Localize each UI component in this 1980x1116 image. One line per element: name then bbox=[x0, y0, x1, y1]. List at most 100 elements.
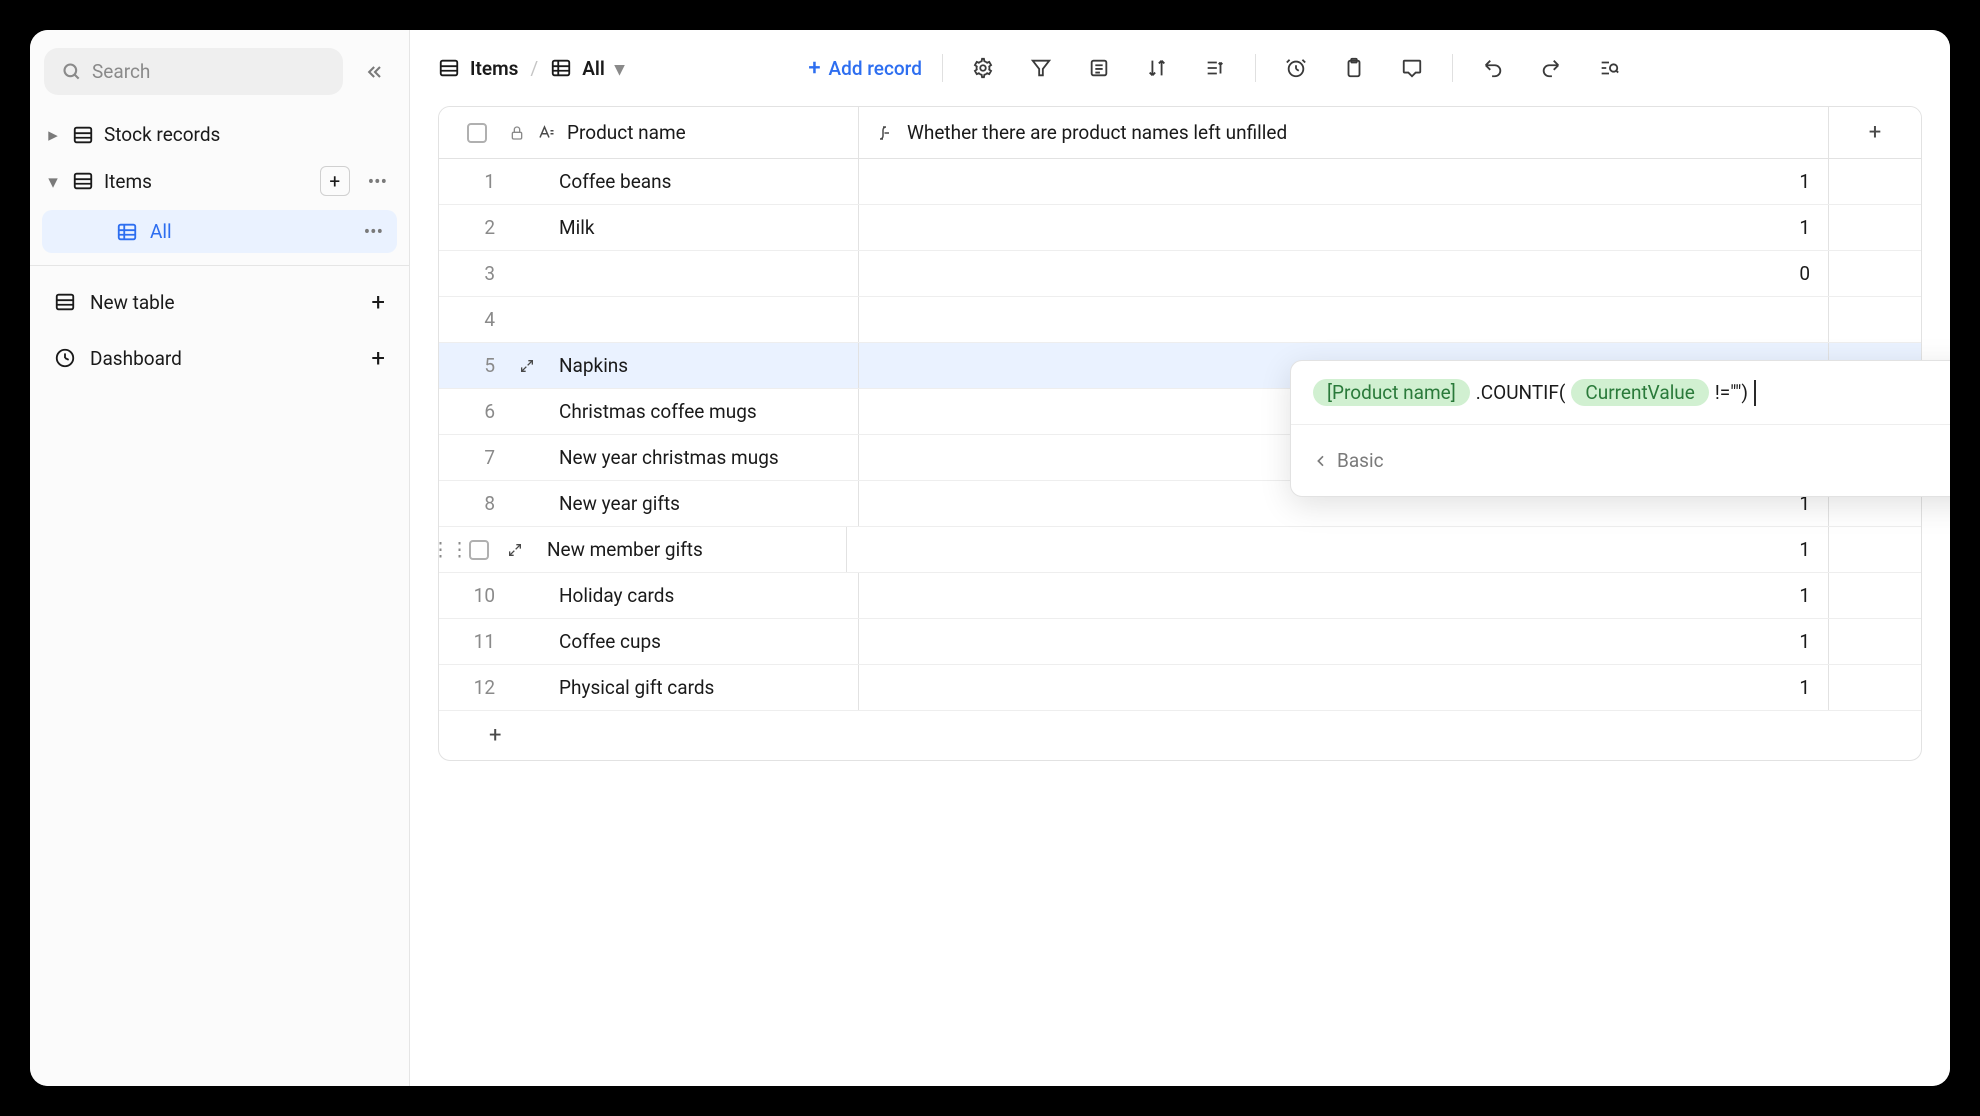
formula-chip-currentvalue[interactable]: CurrentValue bbox=[1571, 379, 1709, 406]
grid-view-icon bbox=[116, 221, 138, 243]
gear-icon bbox=[972, 57, 994, 79]
divider bbox=[30, 265, 409, 266]
row-index: 3 bbox=[439, 251, 509, 296]
search-input[interactable]: Search bbox=[44, 48, 343, 95]
cell-formula-value[interactable]: 1 bbox=[859, 573, 1829, 618]
cell-formula-value[interactable]: 1 bbox=[847, 527, 1829, 572]
cell-formula-value[interactable]: 1 bbox=[859, 205, 1829, 250]
cell-product-name[interactable]: Physical gift cards bbox=[545, 665, 859, 710]
collapse-sidebar-button[interactable] bbox=[355, 52, 395, 92]
text-cursor bbox=[1754, 380, 1756, 406]
view-selector[interactable]: All ▾ bbox=[550, 57, 624, 80]
toolbar-group-1 bbox=[963, 48, 1235, 88]
clipboard-icon bbox=[1343, 57, 1365, 79]
settings-button[interactable] bbox=[963, 48, 1003, 88]
comment-icon bbox=[1401, 57, 1423, 79]
drag-handle[interactable]: ⋮⋮ bbox=[439, 527, 461, 572]
filter-button[interactable] bbox=[1021, 48, 1061, 88]
redo-button[interactable] bbox=[1531, 48, 1571, 88]
row-index: 4 bbox=[439, 297, 509, 342]
lock-icon bbox=[509, 125, 525, 141]
new-table-label: New table bbox=[90, 291, 175, 314]
cell-product-name[interactable]: Christmas coffee mugs bbox=[545, 389, 859, 434]
alarm-icon bbox=[1285, 57, 1307, 79]
add-view-button[interactable]: + bbox=[320, 166, 350, 196]
sidebar-item-items[interactable]: ▾ Items + ••• bbox=[30, 156, 409, 206]
clipboard-button[interactable] bbox=[1334, 48, 1374, 88]
cell-product-name[interactable]: Holiday cards bbox=[545, 573, 859, 618]
formula-input[interactable]: [Product name] .COUNTIF( CurrentValue !=… bbox=[1291, 361, 1950, 424]
select-all-checkbox[interactable] bbox=[467, 123, 487, 143]
breadcrumb-separator: / bbox=[530, 57, 538, 80]
item-menu-button[interactable]: ••• bbox=[360, 170, 395, 193]
sidebar-view-all[interactable]: All ••• bbox=[42, 210, 397, 253]
table-row[interactable]: 3 0 bbox=[439, 251, 1921, 297]
cell-product-name[interactable]: Coffee cups bbox=[545, 619, 859, 664]
formula-chip-field[interactable]: [Product name] bbox=[1313, 379, 1470, 406]
cell-product-name[interactable]: New year gifts bbox=[545, 481, 859, 526]
separator bbox=[942, 54, 943, 82]
chevron-double-left-icon bbox=[365, 62, 385, 82]
cell-product-name[interactable]: Milk bbox=[545, 205, 859, 250]
search-placeholder: Search bbox=[92, 60, 150, 83]
view-menu-button[interactable]: ••• bbox=[364, 220, 383, 243]
find-button[interactable] bbox=[1589, 48, 1629, 88]
cell-formula-value[interactable]: 1 bbox=[859, 159, 1829, 204]
row-index: 2 bbox=[439, 205, 509, 250]
cell-formula-value[interactable] bbox=[859, 297, 1829, 342]
column-label: Whether there are product names left unf… bbox=[907, 121, 1287, 144]
cell-formula-value[interactable]: 1 bbox=[859, 665, 1829, 710]
row-index: 6 bbox=[439, 389, 509, 434]
search-icon bbox=[62, 62, 82, 82]
cell-product-name[interactable]: New year christmas mugs bbox=[545, 435, 859, 480]
comment-button[interactable] bbox=[1392, 48, 1432, 88]
expand-icon bbox=[519, 358, 535, 374]
app-window: Search ▸ Stock records ▾ Items + ••• All… bbox=[30, 30, 1950, 1086]
sort-button[interactable] bbox=[1137, 48, 1177, 88]
cell-product-name[interactable]: New member gifts bbox=[533, 527, 847, 572]
formula-icon bbox=[877, 124, 895, 142]
cell-product-name[interactable]: Napkins bbox=[545, 343, 859, 388]
plus-icon: + bbox=[489, 723, 501, 748]
basic-mode-button[interactable]: Basic bbox=[1313, 449, 1384, 472]
sidebar-item-stock-records[interactable]: ▸ Stock records bbox=[30, 113, 409, 156]
table-row[interactable]: 2 Milk1 bbox=[439, 205, 1921, 251]
group-icon bbox=[1204, 57, 1226, 79]
add-record-label: Add record bbox=[829, 57, 922, 80]
table-row[interactable]: 11 Coffee cups1 bbox=[439, 619, 1921, 665]
undo-button[interactable] bbox=[1473, 48, 1513, 88]
reminder-button[interactable] bbox=[1276, 48, 1316, 88]
cell-formula-value[interactable]: 0 bbox=[859, 251, 1829, 296]
breadcrumb-table[interactable]: Items bbox=[438, 57, 518, 80]
grid-view-icon bbox=[550, 57, 572, 79]
table-row[interactable]: 1 Coffee beans1 bbox=[439, 159, 1921, 205]
table-row[interactable]: 4 bbox=[439, 297, 1921, 343]
search-row: Search bbox=[30, 48, 409, 113]
chevron-left-icon bbox=[1313, 453, 1329, 469]
row-index: 8 bbox=[439, 481, 509, 526]
cell-product-name[interactable] bbox=[545, 251, 859, 296]
cell-formula-value[interactable]: 1 bbox=[859, 619, 1829, 664]
cell-product-name[interactable]: Coffee beans bbox=[545, 159, 859, 204]
table-row[interactable]: 10 Holiday cards1 bbox=[439, 573, 1921, 619]
column-formula[interactable]: Whether there are product names left unf… bbox=[859, 107, 1829, 158]
expand-row-button[interactable] bbox=[509, 343, 545, 388]
add-row-button[interactable]: + bbox=[439, 711, 1921, 760]
cell-product-name[interactable] bbox=[545, 297, 859, 342]
new-table-button[interactable]: New table + bbox=[30, 274, 409, 330]
fields-button[interactable] bbox=[1079, 48, 1119, 88]
redo-icon bbox=[1540, 57, 1562, 79]
dashboard-button[interactable]: Dashboard + bbox=[30, 330, 409, 386]
group-button[interactable] bbox=[1195, 48, 1235, 88]
add-column-button[interactable]: + bbox=[1829, 107, 1921, 158]
add-record-button[interactable]: + Add record bbox=[808, 56, 922, 81]
expand-row-button[interactable] bbox=[497, 527, 533, 572]
table-row[interactable]: 12 Physical gift cards1 bbox=[439, 665, 1921, 711]
toolbar-group-3 bbox=[1473, 48, 1629, 88]
column-product-name[interactable]: Product name bbox=[439, 107, 859, 158]
row-checkbox[interactable] bbox=[469, 540, 489, 560]
table-row[interactable]: ⋮⋮ New member gifts1 bbox=[439, 527, 1921, 573]
formula-footer: Basic Cancel Confirm bbox=[1291, 424, 1950, 496]
row-index: 10 bbox=[439, 573, 509, 618]
sort-icon bbox=[1146, 57, 1168, 79]
